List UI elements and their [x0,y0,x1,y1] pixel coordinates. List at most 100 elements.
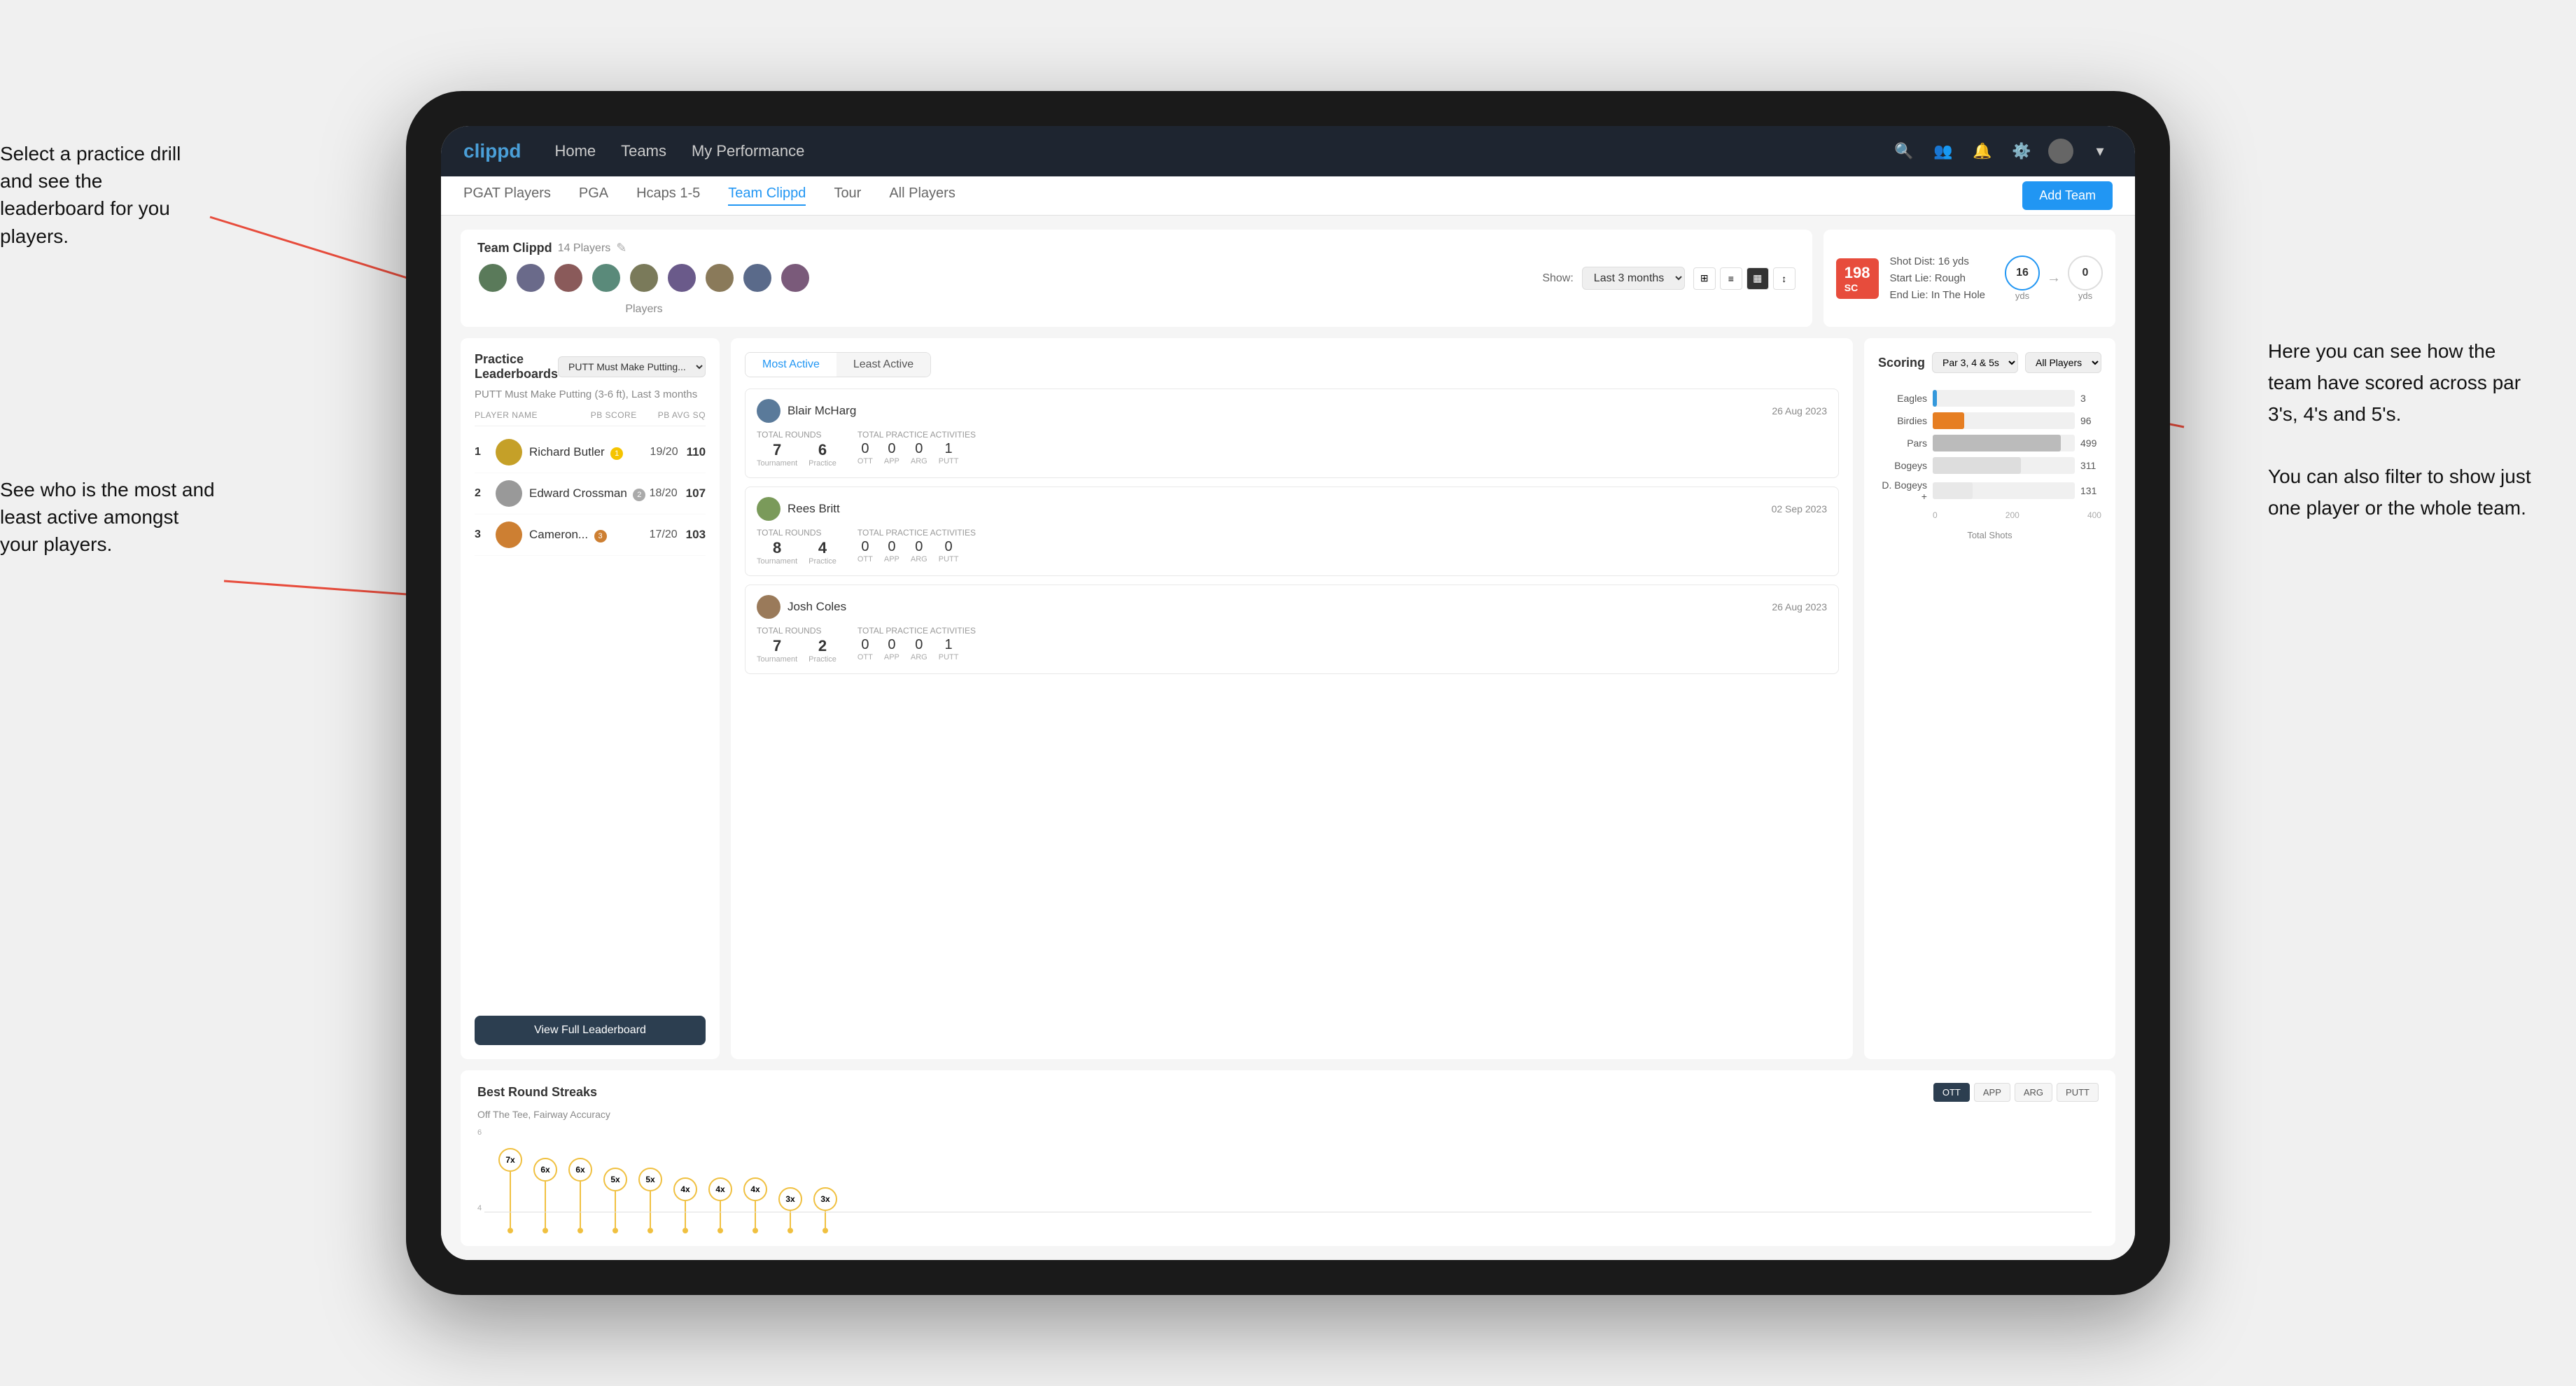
par-filter-select[interactable]: Par 3, 4 & 5s [1932,352,2018,373]
chevron-down-icon[interactable]: ▾ [2087,139,2113,164]
logo: clippd [463,140,521,162]
filter-arg-button[interactable]: ARG [2015,1083,2052,1102]
search-icon[interactable]: 🔍 [1891,139,1917,164]
practice-stat-3: 2 Practice [808,637,836,664]
top-navigation: clippd Home Teams My Performance 🔍 👥 🔔 ⚙… [441,126,2135,176]
player-avatar-9[interactable] [780,262,811,293]
ott-stat-1: 0 OTT [858,441,873,465]
streak-stem-9 [790,1211,791,1228]
tournament-stat-2: 8 Tournament [757,539,797,566]
bell-icon[interactable]: 🔔 [1970,139,1995,164]
shot-circles: 16 yds → 0 yds [2005,255,2103,301]
subnav-hcaps[interactable]: Hcaps 1-5 [636,186,700,206]
leaderboard-row: 3 Cameron... 3 17/20 103 [475,514,706,556]
user-avatar[interactable] [2048,139,2073,164]
scoring-header: Scoring Par 3, 4 & 5s All Players [1878,352,2101,373]
add-team-button[interactable]: Add Team [2022,181,2113,210]
app-stat-3: 0 APP [884,637,899,662]
eagles-label: Eagles [1878,393,1927,404]
tab-least-active[interactable]: Least Active [836,353,930,377]
activity-avatar-1[interactable] [757,399,780,423]
team-avatars [477,262,811,293]
sort-button[interactable]: ↕ [1773,267,1795,290]
players-label: Players [477,303,811,316]
grid-view-button[interactable]: ⊞ [1693,267,1716,290]
player-name-3: Cameron... [529,528,588,541]
subnav-team-clippd[interactable]: Team Clippd [728,186,806,206]
tab-most-active[interactable]: Most Active [746,353,836,377]
activity-date-1: 26 Aug 2023 [1772,405,1827,416]
pars-label: Pars [1878,438,1927,449]
streak-stem-3 [580,1182,581,1228]
subnav-all-players[interactable]: All Players [889,186,955,206]
subnav-pga[interactable]: PGA [579,186,608,206]
practice-drill-select[interactable]: PUTT Must Make Putting... [558,356,706,377]
bogeys-value: 311 [2080,460,2101,471]
practice-activity-values-2: 0 OTT 0 APP 0 ARG [858,539,976,564]
player-avatar-1[interactable] [477,262,508,293]
nav-home[interactable]: Home [554,142,596,160]
streaks-subtitle: Off The Tee, Fairway Accuracy [477,1109,2099,1120]
player-avatar-4[interactable] [591,262,622,293]
streak-pin-4: 5x [603,1168,627,1233]
streak-pin-6: 4x [673,1177,697,1233]
settings-icon[interactable]: ⚙️ [2009,139,2034,164]
player-avatar-7[interactable] [704,262,735,293]
subnav-tour[interactable]: Tour [834,186,861,206]
player-avatar-8[interactable] [742,262,773,293]
rounds-values-1: 7 Tournament 6 Practice [757,441,836,468]
activity-player-header-1: Blair McHarg 26 Aug 2023 [757,399,1827,423]
scoring-chart: Eagles 3 Birdies 96 [1878,384,2101,1045]
player-avatar-cameron[interactable] [496,522,522,548]
practice-activities-label-3: Total Practice Activities [858,626,976,636]
activity-avatar-2[interactable] [757,497,780,521]
practice-subtitle: PUTT Must Make Putting (3-6 ft), Last 3 … [475,388,706,400]
arg-stat-2: 0 ARG [911,539,927,564]
activity-date-3: 26 Aug 2023 [1772,601,1827,612]
team-left: Team Clippd 14 Players ✎ [477,241,811,316]
streak-dot-4 [612,1228,618,1233]
streaks-filter-buttons: OTT APP ARG PUTT [1933,1083,2099,1102]
streak-pin-10: 3x [813,1187,837,1233]
view-full-leaderboard-button[interactable]: View Full Leaderboard [475,1016,706,1045]
streak-stem-5 [650,1191,651,1228]
streak-badge-4: 5x [603,1168,627,1191]
card-view-button[interactable]: ▦ [1746,267,1769,290]
list-view-button[interactable]: ≡ [1720,267,1742,290]
player-filter-select[interactable]: All Players [2025,352,2101,373]
player-avatar-6[interactable] [666,262,697,293]
activity-avatar-3[interactable] [757,595,780,619]
y-axis: 6 4 [477,1128,482,1212]
practice-activities-group-2: Total Practice Activities 0 OTT 0 APP [858,528,976,566]
edit-icon[interactable]: ✎ [616,241,626,255]
people-icon[interactable]: 👥 [1931,139,1956,164]
bogeys-label: Bogeys [1878,460,1927,471]
activity-player-1: Blair McHarg 26 Aug 2023 Total Rounds 7 … [745,388,1839,478]
player-avatar-5[interactable] [629,262,659,293]
nav-my-performance[interactable]: My Performance [692,142,804,160]
player-avatar-edward[interactable] [496,480,522,507]
filter-putt-button[interactable]: PUTT [2057,1083,2099,1102]
streak-pin-5: 5x [638,1168,662,1233]
show-period-select[interactable]: Last 3 months [1582,267,1685,290]
player-info-2: Edward Crossman 2 [529,486,650,501]
chart-row-pars: Pars 499 [1878,435,2101,451]
leaderboard-row: 1 Richard Butler 1 19/20 110 [475,432,706,473]
player-score-1: 19/20 [650,446,678,458]
streak-stem-7 [720,1201,721,1228]
shot-circle-2: 0 [2068,255,2103,290]
filter-app-button[interactable]: APP [1974,1083,2010,1102]
player-avatar-richard[interactable] [496,439,522,465]
player-avatar-2[interactable] [515,262,546,293]
team-title: Team Clippd [477,241,552,255]
eagles-bar-container [1933,390,2075,407]
putt-stat-2: 0 PUTT [939,539,959,564]
subnav-pgat[interactable]: PGAT Players [463,186,551,206]
total-rounds-group-3: Total Rounds 7 Tournament 2 Practice [757,626,836,664]
player-avatar-3[interactable] [553,262,584,293]
filter-ott-button[interactable]: OTT [1933,1083,1970,1102]
nav-teams[interactable]: Teams [621,142,666,160]
streak-dot-10 [822,1228,828,1233]
total-rounds-label-2: Total Rounds [757,528,836,538]
scoring-title: Scoring [1878,356,1925,370]
